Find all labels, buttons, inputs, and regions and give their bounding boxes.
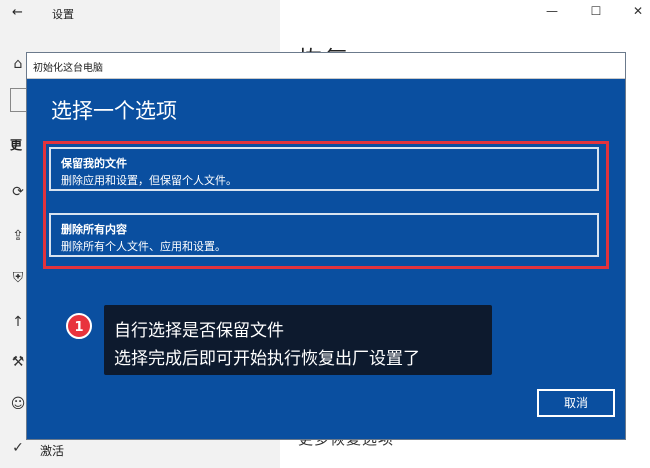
dialog-titlebar: 初始化这台电脑	[27, 53, 625, 79]
minimize-icon[interactable]: —	[542, 4, 562, 20]
user-icon[interactable]: ☺	[8, 396, 28, 412]
step-number-badge: 1	[66, 313, 92, 339]
dialog-heading: 选择一个选项	[51, 99, 177, 123]
annotation-callout: 自行选择是否保留文件 选择完成后即可开始执行恢复出厂设置了	[104, 305, 492, 375]
dialog-title: 初始化这台电脑	[33, 63, 103, 74]
section-label: 更	[10, 138, 23, 152]
option-title: 保留我的文件	[61, 157, 127, 170]
check-circle-icon[interactable]: ✓	[8, 440, 28, 456]
option-remove-everything[interactable]: 删除所有内容 删除所有个人文件、应用和设置。	[49, 213, 599, 257]
sidebar-item-activation[interactable]: 激活	[40, 442, 64, 459]
sync-icon[interactable]: ⟳	[8, 184, 28, 200]
wrench-icon[interactable]: ⚒	[8, 354, 28, 370]
shield-icon[interactable]: ⛨	[8, 270, 28, 286]
back-arrow-icon[interactable]: ←	[12, 5, 23, 20]
annotation-line: 自行选择是否保留文件	[114, 321, 284, 341]
option-keep-files[interactable]: 保留我的文件 删除应用和设置，但保留个人文件。	[49, 147, 599, 191]
option-title: 删除所有内容	[61, 223, 127, 236]
option-description: 删除所有个人文件、应用和设置。	[61, 240, 226, 253]
home-icon[interactable]: ⌂	[8, 56, 28, 72]
close-icon[interactable]: ✕	[628, 4, 648, 20]
option-description: 删除应用和设置，但保留个人文件。	[61, 174, 237, 187]
upload-icon[interactable]: ↑	[8, 314, 28, 330]
backup-icon[interactable]: ⇪	[8, 228, 28, 244]
maximize-icon[interactable]: ☐	[586, 4, 606, 20]
cancel-button[interactable]: 取消	[537, 389, 615, 417]
settings-title: 设置	[52, 8, 74, 21]
settings-titlebar: ← 设置 — ☐ ✕	[0, 0, 650, 28]
reset-pc-dialog: 初始化这台电脑 选择一个选项 保留我的文件 删除应用和设置，但保留个人文件。 删…	[26, 52, 626, 440]
annotation-line: 选择完成后即可开始执行恢复出厂设置了	[114, 349, 420, 369]
